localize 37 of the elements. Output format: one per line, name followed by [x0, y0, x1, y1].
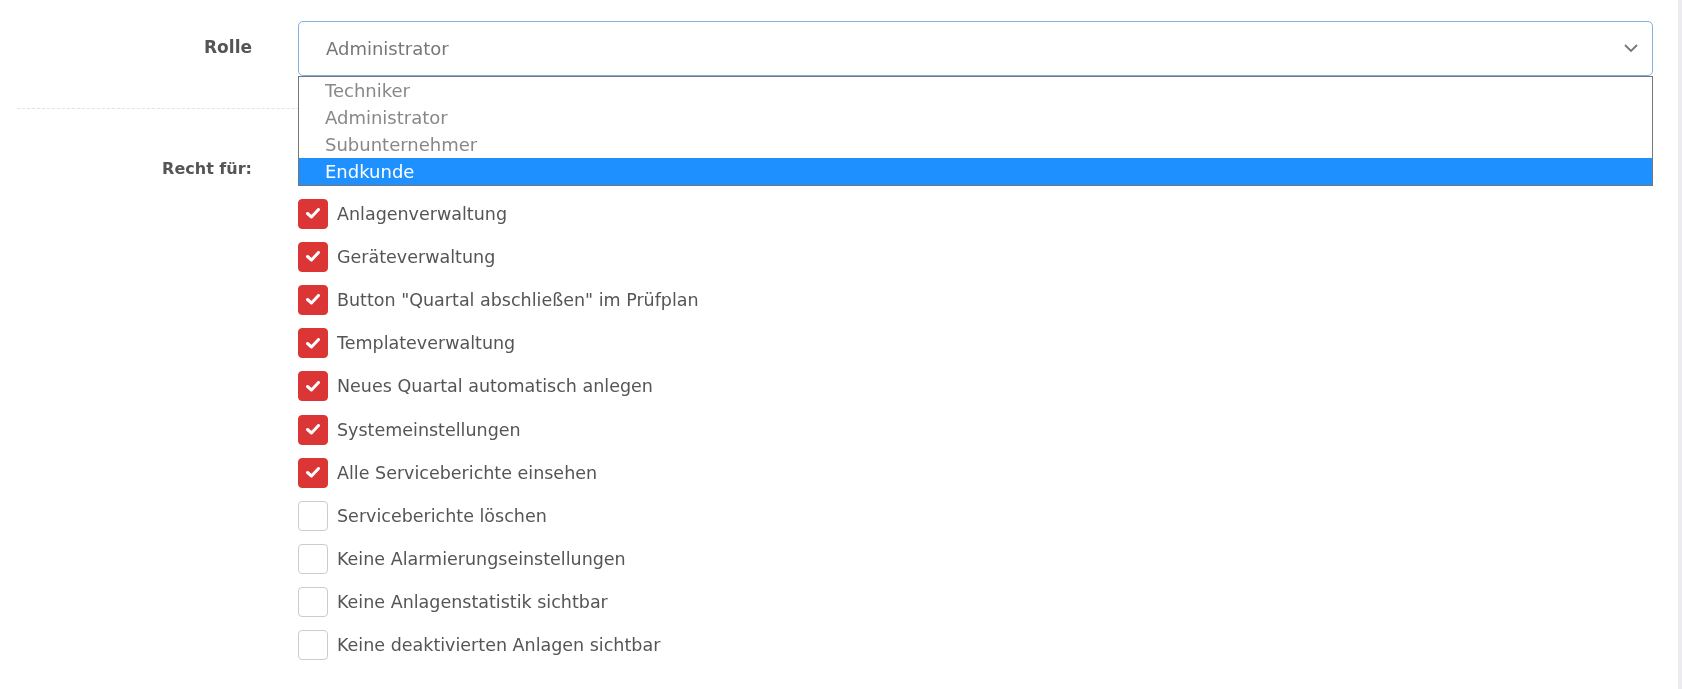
check-icon	[306, 251, 320, 263]
dropdown-option[interactable]: Administrator	[299, 104, 1652, 131]
checkbox-label: Button "Quartal abschließen" im Prüfplan	[337, 289, 699, 310]
checkbox-label: Keine Alarmierungseinstellungen	[337, 549, 626, 570]
checkbox[interactable]	[298, 284, 328, 315]
checkbox[interactable]	[298, 500, 328, 531]
check-icon	[306, 380, 320, 392]
checkbox[interactable]	[298, 198, 328, 229]
dropdown-option[interactable]: Techniker	[299, 77, 1652, 104]
checkbox-label: Systemeinstellungen	[337, 419, 521, 440]
checkbox-label: Geräteverwaltung	[337, 246, 496, 267]
checkbox-label: Anlagenverwaltung	[337, 203, 507, 224]
checkbox[interactable]	[298, 457, 328, 488]
role-select[interactable]: Administrator	[298, 21, 1653, 76]
checkbox[interactable]	[298, 371, 328, 402]
checkbox-label: Templateverwaltung	[337, 333, 516, 354]
checkbox[interactable]	[298, 544, 328, 575]
check-icon	[306, 294, 320, 306]
role-label: Rolle	[204, 37, 252, 57]
check-icon	[306, 467, 320, 479]
checkbox-label: Keine Anlagenstatistik sichtbar	[337, 592, 608, 613]
dropdown-option[interactable]: Endkunde	[299, 158, 1652, 185]
rights-label: Recht für:	[162, 159, 252, 178]
checkbox-label: Alle Serviceberichte einsehen	[337, 462, 598, 483]
check-icon	[306, 208, 320, 220]
dropdown-option[interactable]: Subunternehmer	[299, 131, 1652, 158]
checkbox-label: Neues Quartal automatisch anlegen	[337, 376, 653, 397]
check-icon	[306, 337, 320, 349]
checkbox[interactable]	[298, 587, 328, 618]
chevron-down-icon	[1624, 44, 1638, 53]
checkbox[interactable]	[298, 328, 328, 359]
checkbox-label: Serviceberichte löschen	[337, 505, 547, 526]
checkbox[interactable]	[298, 630, 328, 661]
check-icon	[306, 424, 320, 436]
checkbox-label: Keine deaktivierten Anlagen sichtbar	[337, 635, 661, 656]
checkbox[interactable]	[298, 414, 328, 445]
checkbox[interactable]	[298, 241, 328, 272]
